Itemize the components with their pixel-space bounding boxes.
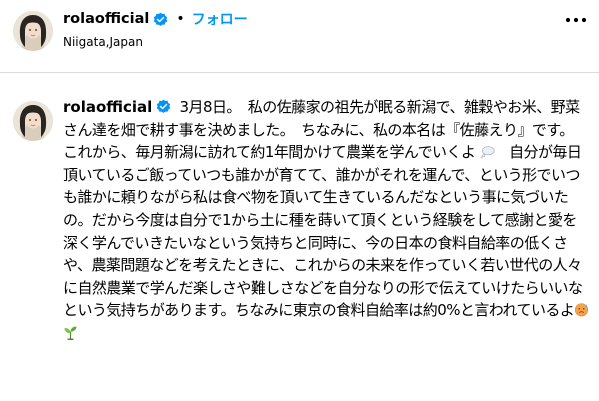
location-link[interactable]: Niigata,Japan [63, 35, 143, 49]
profile-photo [13, 11, 53, 51]
seedling-emoji [64, 326, 77, 340]
post-header: rolaofficial • フォロー Niigata,Japan [0, 0, 599, 72]
follow-button[interactable]: フォロー [192, 9, 248, 29]
header-divider [0, 72, 599, 73]
thought-balloon-emoji [480, 146, 495, 159]
caption-username[interactable]: rolaofficial [63, 98, 152, 116]
header-name-row: rolaofficial • フォロー [63, 9, 248, 29]
header-username[interactable]: rolaofficial [63, 11, 149, 27]
verified-badge-icon [157, 99, 171, 113]
caption-text: rolaofficial 3月8日。 私の佐藤家の祖先が眠る新潟で、雑穀やお米、… [63, 96, 590, 345]
more-options-icon[interactable] [565, 16, 587, 24]
profile-avatar[interactable] [13, 11, 53, 51]
separator-dot: • [176, 11, 185, 27]
caption-body-part2: 自分が毎日頂いているご飯っていつも誰かが育てて、誰かがそれを運んで、という形でい… [63, 143, 583, 320]
comment-avatar[interactable] [13, 101, 53, 141]
verified-badge-icon [154, 12, 168, 26]
profile-photo [13, 101, 53, 141]
sweating-face-emoji [575, 303, 589, 317]
